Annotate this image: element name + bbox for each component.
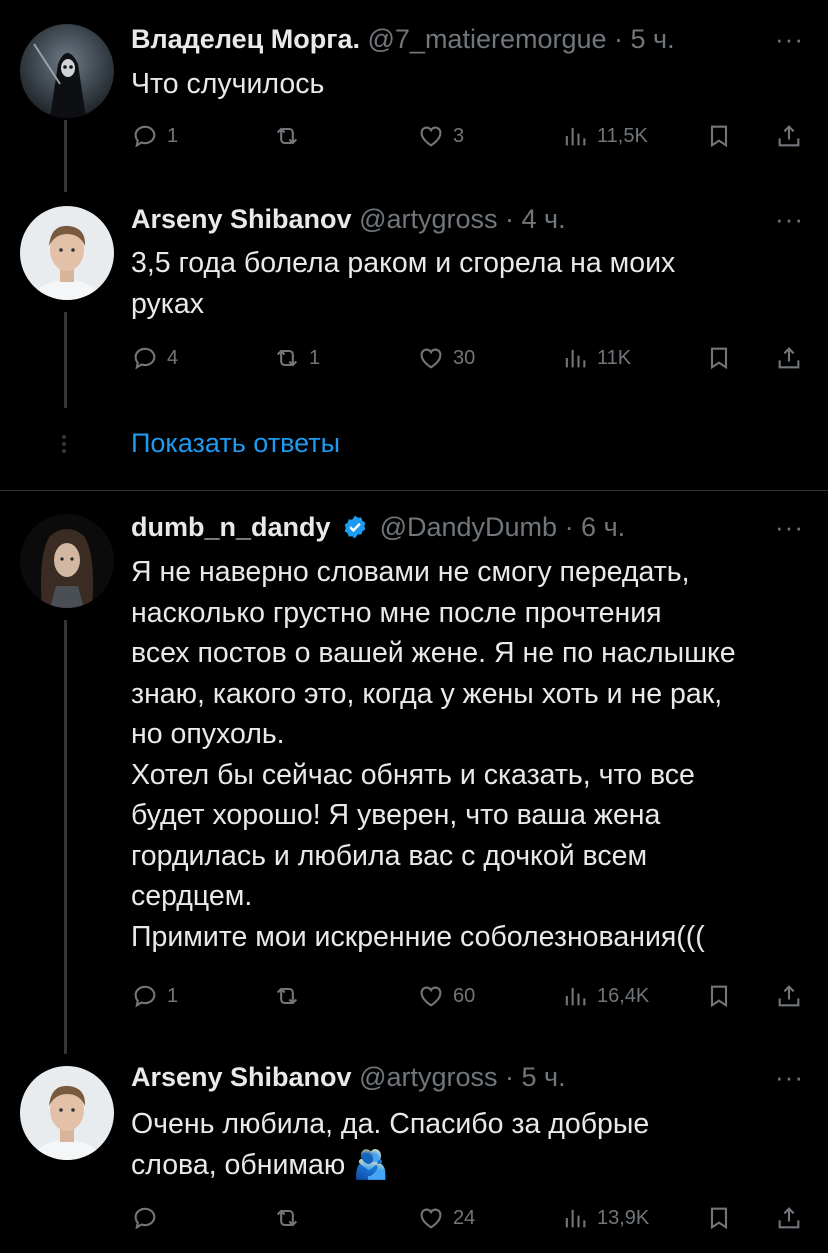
repost-button[interactable] — [273, 116, 309, 156]
like-icon — [420, 126, 442, 147]
divider — [0, 490, 828, 491]
repost-button[interactable]: 1 — [273, 338, 320, 378]
views-button[interactable]: 11K — [561, 338, 631, 378]
more-icon[interactable]: ··· — [775, 204, 804, 235]
action-bar: 1 60 16,4K — [131, 976, 808, 1016]
views-icon — [565, 987, 586, 1006]
verified-badge-icon — [344, 515, 366, 539]
share-icon — [778, 985, 800, 1007]
reply-button[interactable]: 4 — [131, 338, 178, 378]
avatar[interactable] — [20, 24, 114, 118]
like-count: 30 — [453, 346, 476, 369]
share-icon — [778, 347, 800, 369]
timestamp[interactable]: · 5 ч. — [614, 24, 675, 54]
bookmark-icon — [710, 347, 728, 370]
like-button[interactable]: 3 — [417, 116, 464, 156]
reply-count: 4 — [167, 346, 179, 369]
bookmark-button[interactable] — [705, 976, 741, 1016]
like-count: 60 — [453, 984, 476, 1007]
views-count: 13,9K — [597, 1206, 650, 1229]
reply-icon — [134, 985, 156, 1008]
like-button[interactable]: 30 — [417, 338, 475, 378]
action-bar: 1 3 11,5K — [131, 116, 808, 156]
bookmark-button[interactable] — [705, 338, 741, 378]
views-count: 11K — [597, 346, 632, 369]
author-handle[interactable]: @DandyDumb — [380, 512, 557, 542]
thread-line — [64, 120, 67, 192]
share-button[interactable] — [775, 338, 811, 378]
reply-button[interactable]: 1 — [131, 976, 178, 1016]
bookmark-button[interactable] — [705, 1198, 741, 1238]
reply-icon — [134, 125, 156, 148]
author-name[interactable]: dumb_n_dandy — [131, 512, 331, 542]
share-icon — [778, 1207, 800, 1229]
reply-button[interactable] — [131, 1198, 167, 1238]
repost-button[interactable] — [273, 976, 309, 1016]
author-handle[interactable]: @7_matieremorgue — [368, 24, 607, 54]
like-button[interactable]: 24 — [417, 1198, 475, 1238]
more-icon[interactable]: ··· — [775, 1062, 804, 1093]
tweet-header: Arseny Shibanov @artygross · 5 ч. — [131, 1062, 748, 1093]
views-icon — [565, 127, 586, 146]
timestamp[interactable]: · 4 ч. — [505, 204, 566, 234]
avatar[interactable] — [20, 1066, 114, 1160]
tweet-header: Arseny Shibanov @artygross · 4 ч. — [131, 204, 748, 235]
like-icon — [420, 348, 442, 369]
more-icon[interactable]: ··· — [775, 512, 804, 543]
bookmark-icon — [710, 1207, 728, 1230]
repost-icon — [276, 1209, 298, 1227]
tweet-text: 3,5 года болела раком и сгорела на моих … — [131, 247, 676, 320]
share-button[interactable] — [775, 1198, 811, 1238]
repost-count: 1 — [309, 346, 321, 369]
action-bar: 24 13,9K — [131, 1198, 808, 1238]
thread-dots — [62, 432, 68, 456]
views-icon — [565, 349, 586, 368]
author-name[interactable]: Arseny Shibanov — [131, 1062, 352, 1092]
views-icon — [565, 1209, 586, 1228]
repost-icon — [276, 987, 298, 1005]
like-icon — [420, 986, 442, 1007]
tweet-header: Владелец Морга. @7_matieremorgue · 5 ч. — [131, 24, 748, 55]
bookmark-icon — [710, 985, 728, 1008]
like-icon — [420, 1208, 442, 1229]
tweet-header: dumb_n_dandy @DandyDumb · 6 ч. — [131, 512, 748, 543]
author-handle[interactable]: @artygross — [359, 204, 497, 234]
thread-line — [64, 620, 67, 1054]
repost-icon — [276, 349, 298, 367]
tweet-text: Я не наверно словами не смогу передать, … — [131, 556, 736, 953]
show-replies-link[interactable]: Показать ответы — [131, 428, 340, 459]
share-button[interactable] — [775, 116, 811, 156]
views-button[interactable]: 13,9K — [561, 1198, 649, 1238]
reply-icon — [134, 1207, 156, 1230]
bookmark-icon — [710, 125, 728, 148]
timestamp[interactable]: · 6 ч. — [565, 512, 626, 542]
views-button[interactable]: 16,4K — [561, 976, 649, 1016]
share-icon — [778, 125, 800, 147]
reply-button[interactable]: 1 — [131, 116, 178, 156]
reply-icon — [134, 347, 156, 370]
views-button[interactable]: 11,5K — [561, 116, 648, 156]
author-handle[interactable]: @artygross — [359, 1062, 497, 1092]
avatar[interactable] — [20, 206, 114, 300]
views-count: 16,4K — [597, 984, 650, 1007]
views-count: 11,5K — [597, 124, 648, 147]
like-count: 3 — [453, 124, 465, 147]
timestamp[interactable]: · 5 ч. — [505, 1062, 566, 1092]
tweet-text: Что случилось — [131, 68, 325, 100]
tweet-text: Очень любила, да. Спасибо за добрые слов… — [131, 1108, 650, 1181]
avatar[interactable] — [20, 514, 114, 608]
bookmark-button[interactable] — [705, 116, 741, 156]
repost-button[interactable] — [273, 1198, 309, 1238]
reply-count: 1 — [167, 124, 179, 147]
share-button[interactable] — [775, 976, 811, 1016]
like-button[interactable]: 60 — [417, 976, 475, 1016]
more-icon[interactable]: ··· — [775, 24, 804, 55]
like-count: 24 — [453, 1206, 476, 1229]
author-name[interactable]: Владелец Морга. — [131, 24, 360, 54]
repost-icon — [276, 127, 298, 145]
reply-count: 1 — [167, 984, 179, 1007]
author-name[interactable]: Arseny Shibanov — [131, 204, 352, 234]
thread-line — [64, 312, 67, 408]
action-bar: 4 1 30 11K — [131, 338, 808, 378]
